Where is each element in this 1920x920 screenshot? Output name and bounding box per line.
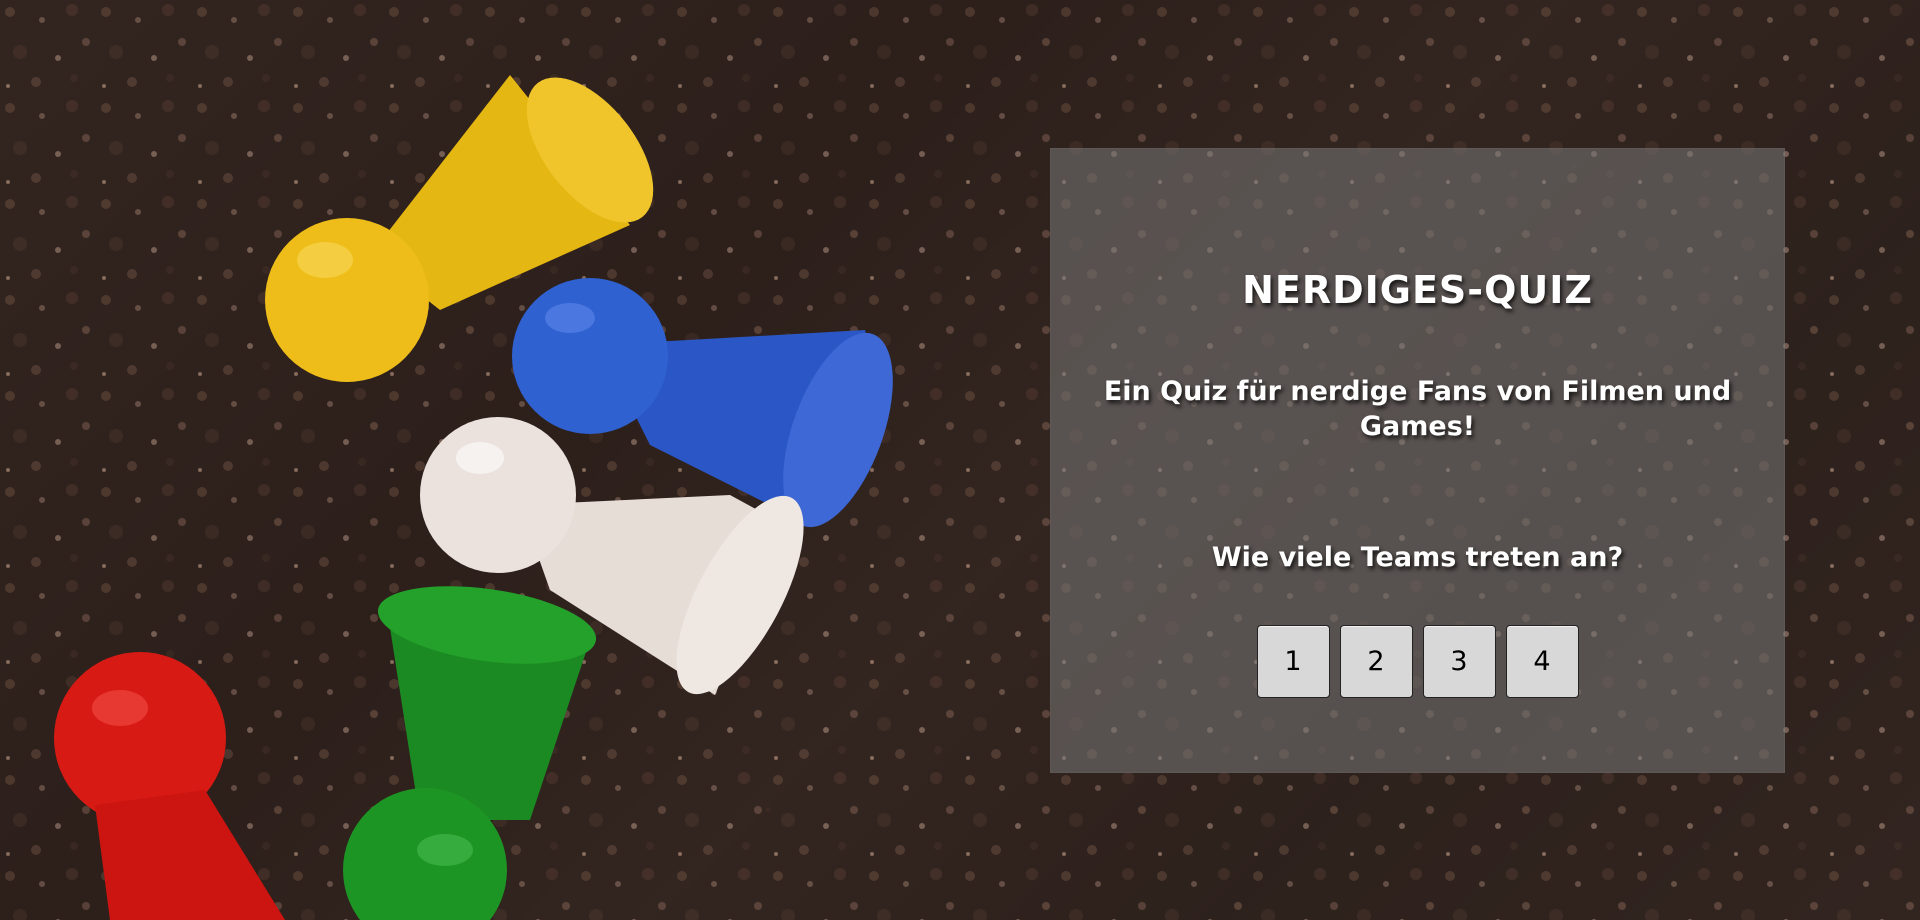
board-game-pawns [54,75,893,920]
team-count-4-button[interactable]: 4 [1505,625,1579,699]
team-count-question: Wie viele Teams treten an? [1211,542,1624,574]
team-count-2-button[interactable]: 2 [1339,625,1413,699]
team-count-3-button[interactable]: 3 [1422,625,1496,699]
quiz-setup-card: NERDIGES-QUIZ Ein Quiz für nerdige Fans … [1050,148,1785,773]
page-title: NERDIGES-QUIZ [1242,268,1593,312]
quiz-start-screen: NERDIGES-QUIZ Ein Quiz für nerdige Fans … [0,0,1920,920]
red-pawn-icon [54,652,285,920]
team-count-1-button[interactable]: 1 [1256,625,1330,699]
green-pawn-icon [343,586,597,920]
team-count-options: 1 2 3 4 [1050,625,1785,699]
quiz-description: Ein Quiz für nerdige Fans von Filmen und… [1103,376,1732,443]
